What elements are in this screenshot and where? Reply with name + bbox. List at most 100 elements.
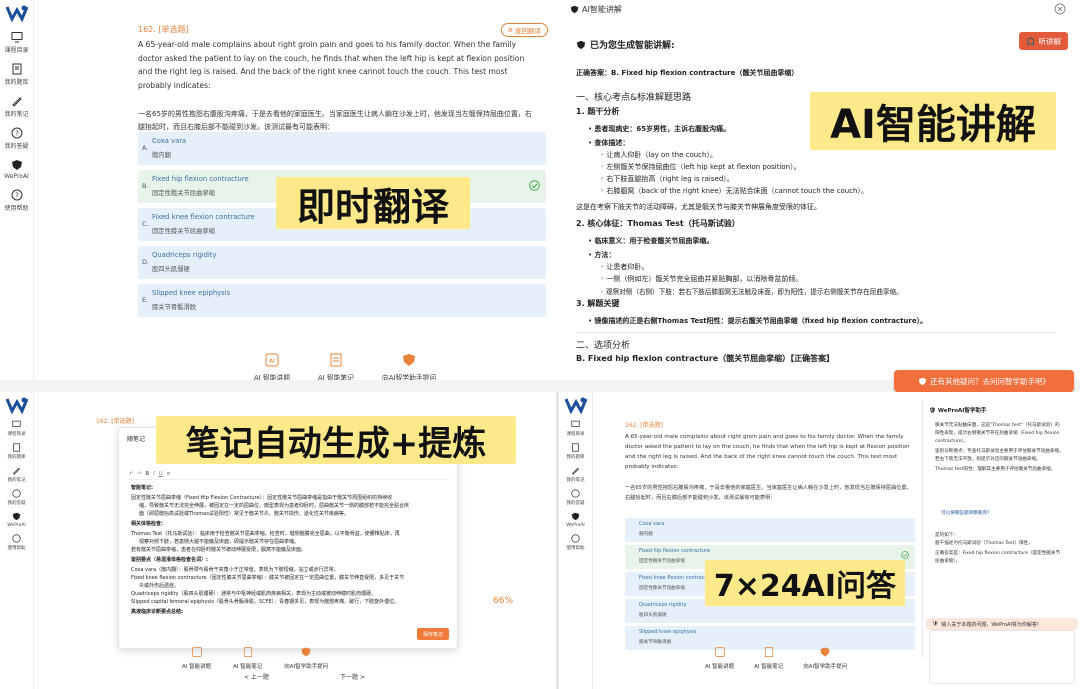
save-notes-button[interactable]: 保存笔记 — [416, 628, 449, 640]
redo-icon[interactable]: ↷ — [137, 471, 141, 477]
bullet-text: 临床意义：用于检查髋关节屈曲挛缩。 — [594, 237, 714, 245]
note-line: 观察对侧下肢，若患侧大腿不能触及床面，即提示髋关节存在屈曲挛缩。 — [139, 539, 300, 545]
prev-question-button[interactable]: < 上一题 — [244, 672, 269, 681]
ai-notes-button[interactable]: AI 智能笔记 — [754, 646, 783, 670]
tool-label: 向AI智学助手提问 — [803, 664, 848, 670]
listen-button[interactable]: 🎧 听讲解 — [1019, 32, 1068, 50]
note-line: Coxa vara（髋内翻）：股骨颈与股骨干夹角小于正常值，表现为下肢短缩，站立… — [131, 567, 339, 573]
underline-icon[interactable]: U — [159, 471, 163, 477]
ai-notes-button[interactable]: AI 智能笔记 — [318, 352, 354, 380]
option-letter: D. — [142, 258, 150, 266]
note-line: 炎或外伤后遗症。 — [139, 583, 180, 589]
nav-item-weproai[interactable]: WeProAI — [0, 512, 33, 528]
nav-item-notes[interactable]: 我的笔记 — [0, 95, 33, 118]
nav-item-notes[interactable]: 我的笔记 — [0, 466, 33, 483]
subsection-1: 1. 题干分析 — [576, 107, 620, 116]
divider — [576, 332, 1056, 333]
book-icon — [13, 443, 20, 452]
explain-title: AI智能讲解 — [582, 5, 622, 14]
book-icon — [12, 63, 21, 75]
translate-panel: 课程目录 我的题库 我的笔记 ? 我的答疑 WeProAI ? 使用帮助 162. … — [0, 0, 558, 380]
bullet-text: 让病人仰卧（lay on the couch）。 — [606, 151, 717, 159]
translate-button[interactable]: ⊕ 查回翻译 — [500, 23, 548, 37]
ai-notes-button[interactable]: AI 智能笔记 — [233, 646, 262, 670]
notes-screen: 课程目录 我的题库 我的笔记 我的答疑 WeProAI 使用帮助 162. [单… — [0, 392, 556, 689]
option-letter: C. — [142, 220, 149, 228]
option-a[interactable]: Coxa vara 髋内翻 — [625, 518, 915, 542]
ask-ai-button[interactable]: 向AI智学助手提问 — [284, 646, 328, 670]
weproai-logo-icon — [5, 397, 28, 414]
list-icon[interactable]: ≡ — [166, 471, 170, 477]
chat-title: 🛡 WeProAI智学助手 — [929, 408, 987, 414]
translate-icon: ⊕ — [507, 26, 513, 34]
option-en: Fixed knee flexion contracture — [152, 213, 255, 221]
nav-label: 我的答疑 — [566, 501, 585, 506]
nav-item-weproai[interactable]: WeProAI — [559, 512, 592, 528]
ai-explain-button[interactable]: AI 智能讲题 — [705, 646, 734, 670]
shield-icon — [576, 40, 586, 49]
nav-label: 我的题库 — [4, 79, 29, 86]
nav-item-course[interactable]: 课程目录 — [0, 31, 33, 54]
option-zh: 固定性膝关节屈曲挛缩 — [152, 228, 215, 235]
pen-icon — [571, 467, 580, 475]
ask-ai-button[interactable]: 向AI智学助手提问 — [382, 352, 436, 380]
nav-item-help[interactable]: 使用帮助 — [0, 534, 33, 551]
option-d[interactable]: D. Quadriceps rigidity 股四头肌僵硬 — [138, 246, 546, 279]
shield-icon — [820, 647, 830, 657]
bullet: • 方法： — [588, 251, 616, 259]
bottom-toolbar: AI 智能讲题 AI 智能笔记 向AI智学助手提问 — [182, 646, 328, 670]
note-line: 高液临床诊断要点总结: — [131, 609, 184, 615]
ask-ai-button[interactable]: 向AI智学助手提问 — [803, 646, 847, 670]
ai-explain-button[interactable]: AI AI 智能讲题 — [254, 352, 290, 380]
option-a[interactable]: A. Coxa vara 髋内翻 — [138, 132, 546, 165]
bullet-text: 查体描述： — [594, 139, 630, 147]
nav-label: 使用帮助 — [7, 546, 26, 551]
nav-item-weproai[interactable]: WeProAI — [0, 159, 33, 180]
nav-item-qa[interactable]: 我的答疑 — [559, 489, 592, 506]
shield-icon — [403, 354, 416, 366]
correct-answer: 正确答案：B. Fixed hip flexion contracture（髋关… — [576, 69, 799, 77]
nav-item-notes[interactable]: 我的笔记 — [559, 466, 592, 483]
translate-label: 查回翻译 — [515, 27, 541, 35]
nav-label: 我的笔记 — [566, 478, 585, 483]
option-en: Quadriceps rigidity — [152, 251, 217, 259]
subsection-2: 2. 核心体征：Thomas Test（托马斯试验） — [576, 219, 740, 228]
nav-item-course[interactable]: 课程目录 — [0, 420, 33, 437]
undo-icon[interactable]: ↶ — [129, 471, 133, 477]
question-number: 162. [单选题] — [625, 422, 663, 429]
nav-label: 使用帮助 — [566, 546, 585, 551]
close-icon[interactable] — [1054, 3, 1066, 15]
nav-item-bank[interactable]: 我的题库 — [0, 63, 33, 86]
bold-icon[interactable]: B — [145, 471, 149, 477]
chat-input[interactable] — [929, 630, 1075, 684]
svg-text:?: ? — [15, 192, 19, 200]
nav-item-bank[interactable]: 我的题库 — [559, 443, 592, 460]
translate-banner: 即时翻译 — [276, 177, 470, 229]
bullet-text: 左侧髋关节保持屈曲位（left hip kept at flexion posi… — [606, 163, 801, 171]
ai-icon: AI — [265, 353, 279, 367]
nav-item-qa[interactable]: ? 我的答疑 — [0, 127, 33, 150]
note-line: Thomas Test（托马斯试验）：临床用于检查髋关节屈曲挛缩。检查时，健侧髋… — [131, 531, 400, 537]
ask-assistant-button[interactable]: 还有其他疑问？去问问智学助手吧》 — [894, 370, 1074, 392]
pen-icon — [12, 467, 21, 475]
italic-icon[interactable]: I — [153, 471, 154, 477]
nav-item-course[interactable]: 课程目录 — [559, 420, 592, 437]
option-zh: 固定性膝关节屈曲挛缩 — [639, 586, 685, 591]
tool-label: AI 智能讲题 — [254, 374, 291, 380]
nav-item-help[interactable]: 使用帮助 — [559, 534, 592, 551]
notes-icon — [330, 353, 342, 367]
tool-label: AI 智能笔记 — [318, 374, 355, 380]
nav-item-help[interactable]: ? 使用帮助 — [0, 189, 33, 212]
ai-explain-button[interactable]: AI 智能讲题 — [182, 646, 211, 670]
chat-line: 若右下肢无法平放，则提示对应的髋关节屈曲挛缩。 — [935, 457, 1041, 462]
nav-item-bank[interactable]: 我的题库 — [0, 443, 33, 460]
option-b-analysis: B. Fixed hip flexion contracture（髋关节屈曲挛缩… — [576, 354, 835, 363]
option-e[interactable]: E. Slipped knee epiphysis 膝关节骨骺滑脱 — [138, 284, 546, 317]
bullet: ◦ 左侧髋关节保持屈曲位（left hip kept at flexion po… — [600, 163, 801, 171]
editor-toolbar[interactable]: ↶ ↷ B I U ≡ — [129, 468, 449, 480]
nav-item-qa[interactable]: 我的答疑 — [0, 489, 33, 506]
next-question-button[interactable]: 下一题 > — [340, 672, 365, 681]
option-en: Fixed hip flexion contracture — [152, 175, 249, 183]
option-en: Fixed knee flexion contracture — [639, 575, 715, 581]
bullet-text: 方法： — [594, 251, 616, 259]
